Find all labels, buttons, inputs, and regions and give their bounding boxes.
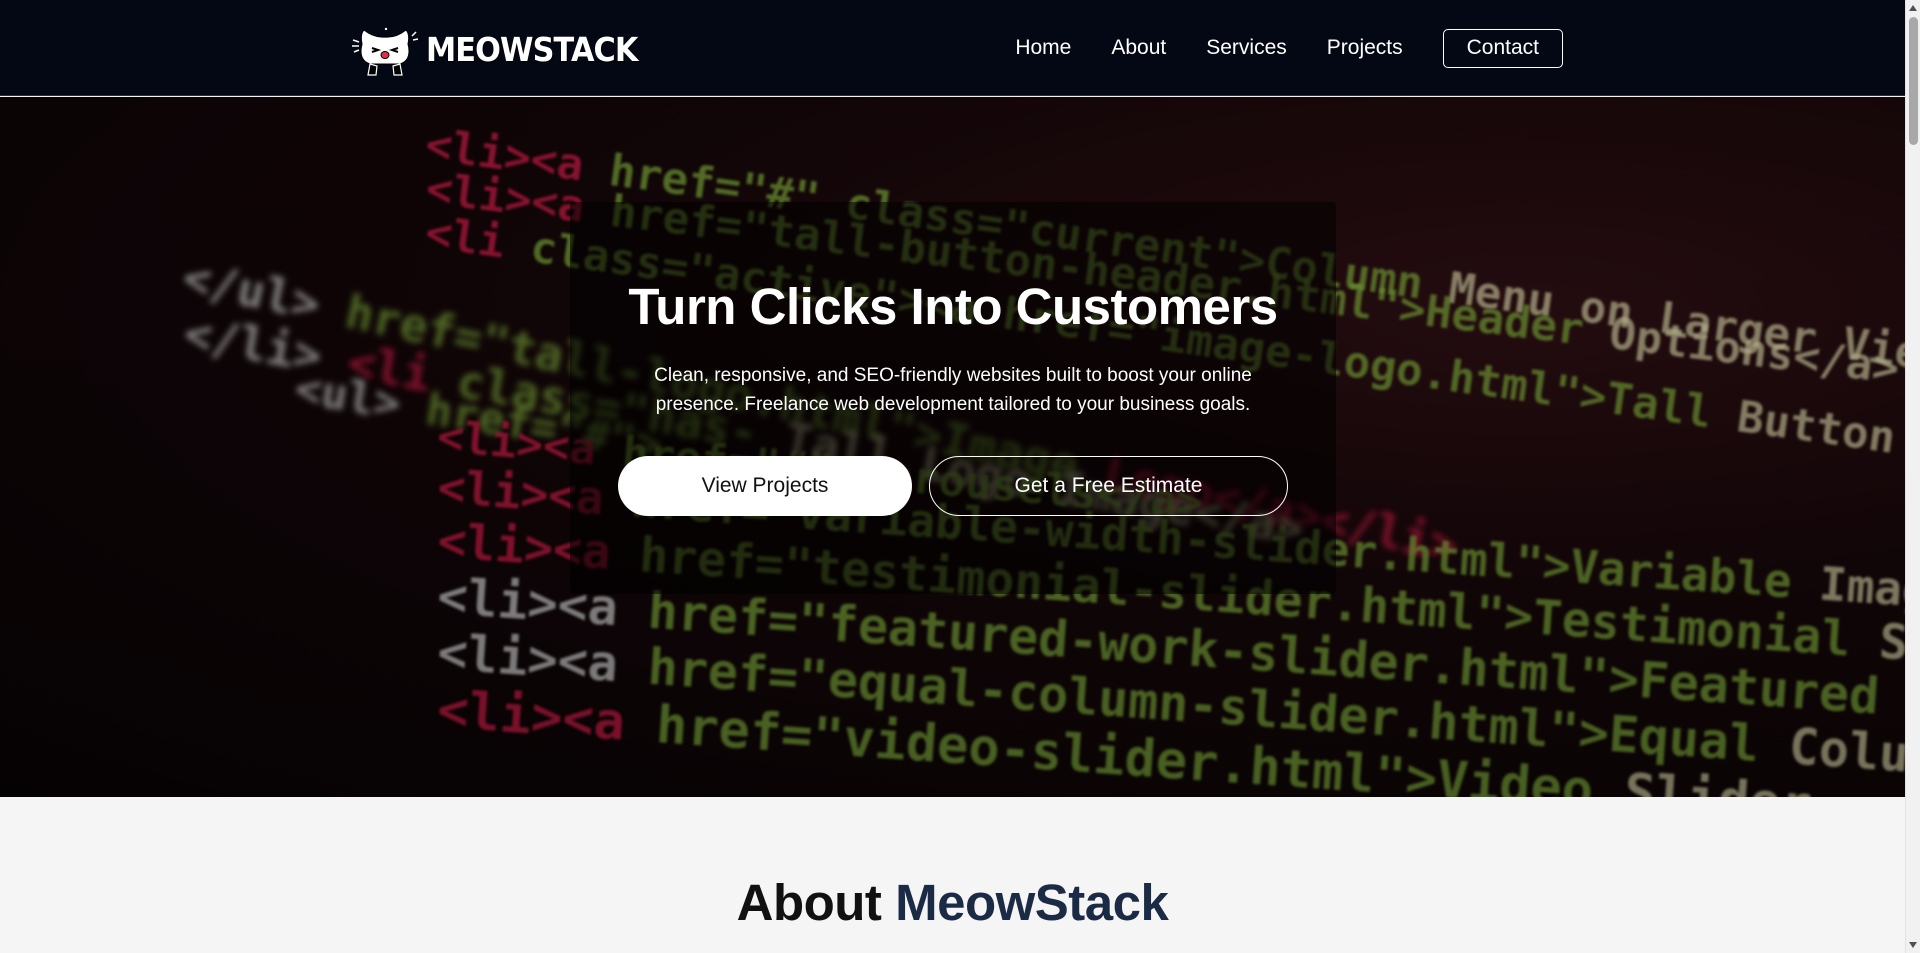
main-nav: Home About Services Projects Contact xyxy=(1015,28,1563,68)
about-section: About MeowStack xyxy=(0,797,1905,953)
free-estimate-button[interactable]: Get a Free Estimate xyxy=(929,456,1288,516)
site-navbar: MEOWSTACK Home About Services Projects C… xyxy=(0,0,1905,96)
nav-services-link[interactable]: Services xyxy=(1206,28,1287,68)
nav-about-link[interactable]: About xyxy=(1111,28,1166,68)
nav-home-link[interactable]: Home xyxy=(1015,28,1071,68)
hero-section: <li><a href="#" class="current">Column M… xyxy=(0,97,1905,797)
nav-projects-link[interactable]: Projects xyxy=(1327,28,1403,68)
logo-text: MEOWSTACK xyxy=(426,29,638,69)
hero-subtitle: Clean, responsive, and SEO-friendly webs… xyxy=(654,365,1252,415)
view-projects-button[interactable]: View Projects xyxy=(618,456,912,516)
about-heading: About MeowStack xyxy=(0,873,1905,932)
nav-contact-button[interactable]: Contact xyxy=(1442,28,1563,68)
logo[interactable]: MEOWSTACK xyxy=(350,22,656,76)
hero-title: Turn Clicks Into Customers xyxy=(628,278,1278,335)
scroll-up-icon[interactable] xyxy=(1909,5,1917,11)
about-heading-prefix: About xyxy=(736,874,882,931)
about-heading-accent: MeowStack xyxy=(895,874,1169,931)
scroll-thumb[interactable] xyxy=(1909,17,1918,145)
page-scrollbar[interactable] xyxy=(1905,0,1920,953)
cat-logo-icon xyxy=(352,27,419,76)
scroll-down-icon[interactable] xyxy=(1909,942,1917,948)
